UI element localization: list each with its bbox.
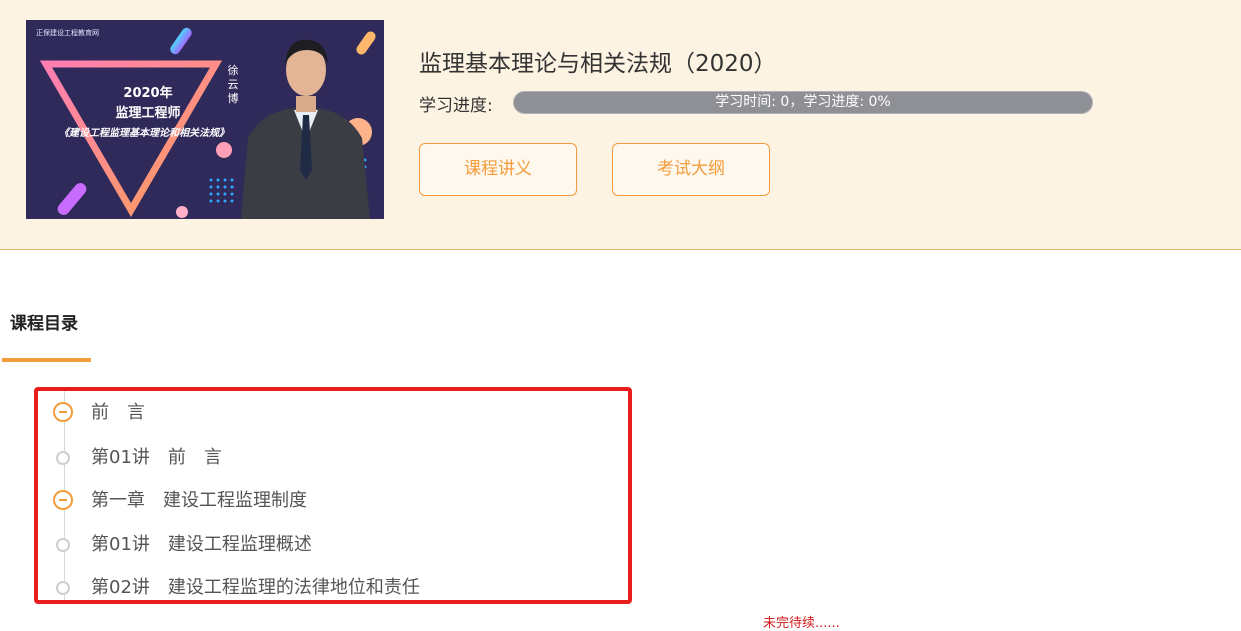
catalog-lesson-item[interactable]: 第01讲 前 言 [38,444,628,474]
catalog-tree: 前 言 第01讲 前 言 第一章 建设工程监理制度 第01讲 建设工程监理概述 … [34,387,632,604]
lesson-node-icon [56,451,70,465]
cover-logo-text: 正保建设工程教育网 [36,29,99,37]
progress-bar: 学习时间: 0，学习进度: 0% [513,91,1093,114]
catalog-chapter-item[interactable]: 前 言 [38,399,628,429]
to-be-continued-note: 未完待续...... [763,616,840,631]
course-notes-button[interactable]: 课程讲义 [419,143,577,196]
catalog-chapter-item[interactable]: 第一章 建设工程监理制度 [38,487,628,517]
course-header: 正保建设工程教育网 2020年 监理工程师 《建设工程监理基本理论和相关法规》 … [0,0,1241,250]
catalog-item-label: 第一章 建设工程监理制度 [91,490,307,511]
course-title: 监理基本理论与相关法规（2020） [419,51,777,77]
cover-book-title: 《建设工程监理基本理论和相关法规》 [59,128,229,139]
collapse-icon[interactable] [53,402,73,422]
catalog-item-label: 第02讲 建设工程监理的法律地位和责任 [91,577,420,598]
progress-label: 学习进度: [419,96,493,116]
catalog-item-label: 第01讲 建设工程监理概述 [91,534,312,555]
catalog-title-underline [2,358,91,362]
cover-role: 监理工程师 [115,106,181,121]
cover-year: 2020年 [123,86,173,101]
progress-text: 学习时间: 0，学习进度: 0% [715,94,891,110]
catalog-title: 课程目录 [10,314,78,334]
exam-outline-button[interactable]: 考试大纲 [612,143,770,196]
collapse-icon[interactable] [53,490,73,510]
catalog-item-label: 前 言 [91,402,145,423]
course-cover-image[interactable]: 正保建设工程教育网 2020年 监理工程师 《建设工程监理基本理论和相关法规》 … [26,20,384,219]
catalog-lesson-item[interactable]: 第02讲 建设工程监理的法律地位和责任 [38,574,628,600]
cover-teacher-name: 徐云博 [227,64,239,105]
catalog-item-label: 第01讲 前 言 [91,447,222,468]
catalog-lesson-item[interactable]: 第01讲 建设工程监理概述 [38,531,628,561]
lesson-node-icon [56,538,70,552]
lesson-node-icon [56,581,70,595]
